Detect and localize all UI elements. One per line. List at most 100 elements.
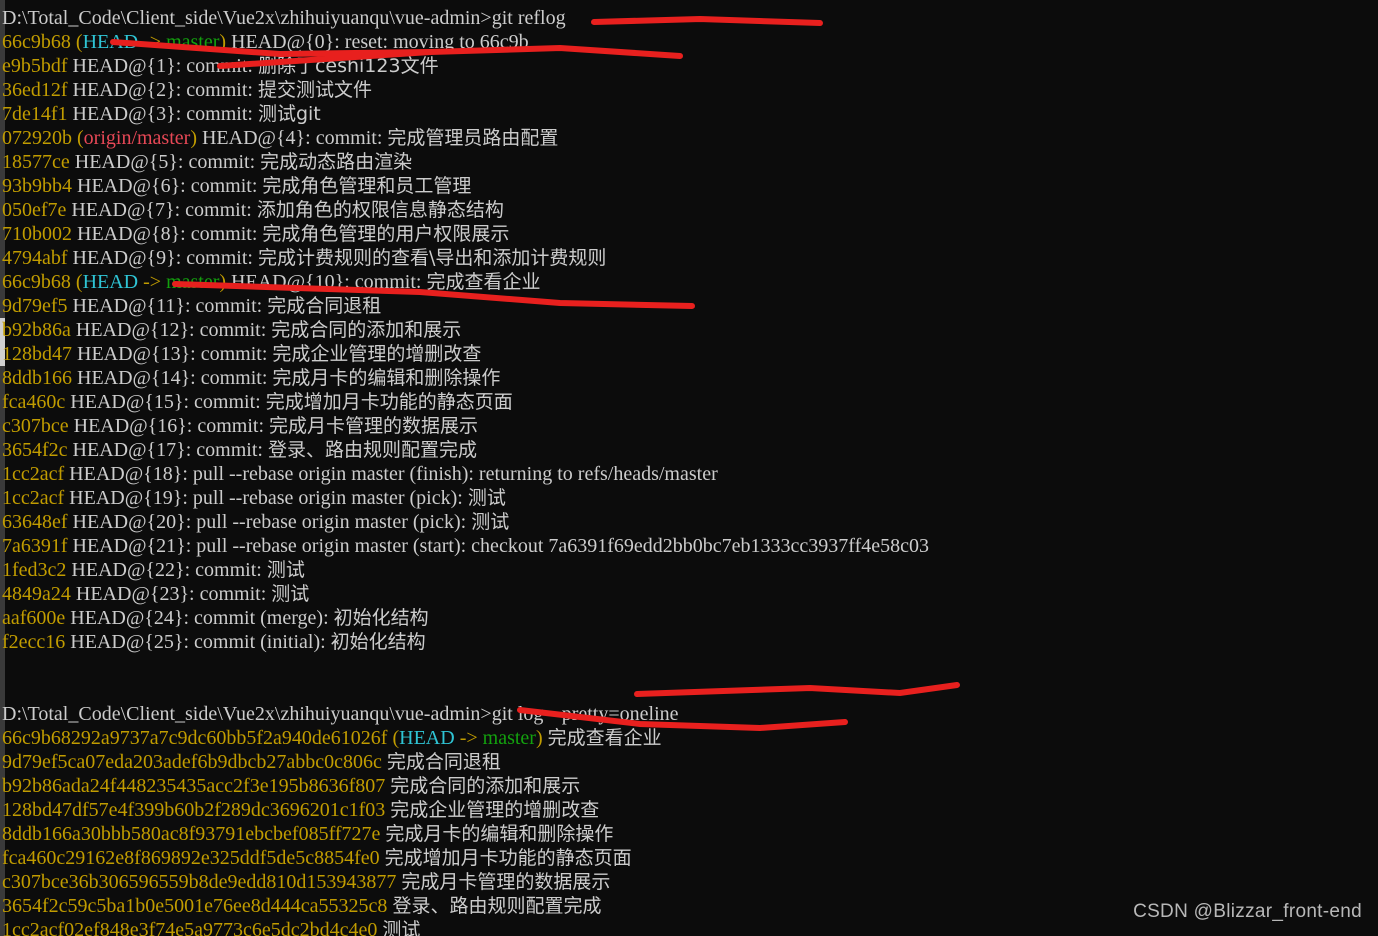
reflog-selector: HEAD@{3}: [72, 103, 182, 125]
commit-hash-full: b92b86ada24f448235435acc2f3e195b8636f807 [2, 775, 386, 797]
terminal-window: D:\Total_Code\Client_side\Vue2x\zhihuiyu… [0, 0, 1378, 936]
reflog-selector: HEAD@{6}: [77, 175, 186, 197]
commit-message: 完成月卡管理的数据展示 [269, 415, 479, 437]
reflog-action: pull --rebase origin master (finish): re… [192, 463, 718, 485]
commit-message: 完成管理员路由配置 [387, 127, 559, 149]
commit-hash: 66c9b68 [2, 271, 71, 293]
ref-branch-name: master [166, 271, 220, 293]
reflog-action: commit: [185, 199, 252, 221]
commit-message: 完成合同退租 [267, 295, 382, 317]
commit-message: 测试 [271, 583, 310, 605]
commit-message: 提交测试文件 [257, 79, 372, 101]
reflog-selector: HEAD@{16}: [73, 415, 193, 437]
reflog-action: commit: [195, 295, 263, 317]
commit-hash: 3654f2c [2, 439, 68, 461]
commit-hash: 9d79ef5 [2, 295, 68, 317]
ref-head-label: HEAD [82, 271, 139, 293]
ref-remote-name: origin/master [83, 127, 191, 149]
reflog-action: commit: [354, 271, 422, 293]
reflog-row: 1cc2acf HEAD@{18}: pull --rebase origin … [2, 462, 1378, 486]
reflog-row: 7de14f1 HEAD@{3}: commit: 测试git [2, 102, 1378, 126]
ref-branch-name: master [166, 31, 220, 53]
commit-message: 完成查看企业 [547, 727, 662, 749]
reflog-row: 66c9b68 (HEAD -> master) HEAD@{0}: reset… [2, 30, 1378, 54]
ref-branch-name: master [482, 727, 536, 749]
log-row: c307bce36b306596559b8de9edd810d153943877… [2, 870, 1378, 894]
commit-message: 完成角色管理的用户权限展示 [262, 223, 510, 245]
commit-hash: e9b5bdf [2, 55, 68, 77]
commit-hash: 7a6391f [2, 535, 68, 557]
reflog-action: reset: moving to 66c9b [344, 31, 529, 53]
reflog-row: aaf600e HEAD@{24}: commit (merge): 初始化结构 [2, 606, 1378, 630]
commit-hash: aaf600e [2, 607, 66, 629]
reflog-selector: HEAD@{2}: [72, 79, 182, 101]
reflog-row: 3654f2c HEAD@{17}: commit: 登录、路由规则配置完成 [2, 438, 1378, 462]
prompt-path: D:\Total_Code\Client_side\Vue2x\zhihuiyu… [2, 703, 492, 725]
commit-message: 完成月卡的编辑和删除操作 [272, 367, 501, 389]
commit-message: 添加角色的权限信息静态结构 [256, 199, 504, 221]
ref-arrow: -> [138, 271, 167, 293]
reflog-action: commit: [186, 103, 253, 125]
ref-arrow: -> [138, 31, 167, 53]
prompt-command: git reflog [491, 7, 566, 29]
reflog-row: 63648ef HEAD@{20}: pull --rebase origin … [2, 510, 1378, 534]
reflog-action: pull --rebase origin master (start): che… [196, 535, 930, 557]
commit-hash: 18577ce [2, 151, 70, 173]
reflog-action: commit (initial): [194, 631, 326, 653]
reflog-action: commit (merge): [194, 607, 329, 629]
log-row: b92b86ada24f448235435acc2f3e195b8636f807… [2, 774, 1378, 798]
commit-hash: 7de14f1 [2, 103, 68, 125]
commit-message: 完成企业管理的增删改查 [390, 799, 600, 821]
reflog-action: commit: [199, 583, 267, 605]
reflog-row: 8ddb166 HEAD@{14}: commit: 完成月卡的编辑和删除操作 [2, 366, 1378, 390]
reflog-selector: HEAD@{23}: [75, 583, 195, 605]
reflog-action: commit: [186, 79, 253, 101]
reflog-selector: HEAD@{9}: [72, 247, 182, 269]
commit-message: 完成动态路由渲染 [260, 151, 413, 173]
commit-message: 登录、路由规则配置完成 [267, 439, 477, 461]
reflog-action: commit: [190, 175, 258, 197]
reflog-action: commit: [199, 319, 267, 341]
commit-message: 完成合同的添加和展示 [390, 775, 581, 797]
prompt-path: D:\Total_Code\Client_side\Vue2x\zhihuiyu… [2, 7, 492, 29]
commit-message: 测试 [382, 919, 421, 936]
reflog-selector: HEAD@{5}: [74, 151, 184, 173]
ref-paren-open: ( [75, 31, 83, 53]
reflog-selector: HEAD@{25}: [70, 631, 190, 653]
commit-message: 完成合同退租 [386, 751, 501, 773]
reflog-row: e9b5bdf HEAD@{1}: commit: 删除了ceshi123文件 [2, 54, 1378, 78]
reflog-action: commit: [200, 367, 268, 389]
commit-hash: c307bce [2, 415, 69, 437]
reflog-selector: HEAD@{1}: [72, 55, 182, 77]
ref-paren-close: ) [535, 727, 543, 749]
commit-hash: 93b9bb4 [2, 175, 72, 197]
reflog-action: pull --rebase origin master (pick): [192, 487, 463, 509]
reflog-row: 072920b (origin/master) HEAD@{4}: commit… [2, 126, 1378, 150]
reflog-action: pull --rebase origin master (pick): [196, 511, 467, 533]
reflog-action: commit: [195, 559, 262, 581]
reflog-selector: HEAD@{12}: [75, 319, 195, 341]
reflog-selector: HEAD@{10}: [231, 271, 350, 293]
commit-hash: 8ddb166 [2, 367, 72, 389]
commit-message: 测试git [257, 103, 321, 125]
reflog-row: 1cc2acf HEAD@{19}: pull --rebase origin … [2, 486, 1378, 510]
reflog-selector: HEAD@{22}: [71, 559, 191, 581]
commit-hash: 710b002 [2, 223, 72, 245]
reflog-selector: HEAD@{14}: [77, 367, 196, 389]
csdn-watermark: CSDN @Blizzar_front-end [1133, 901, 1362, 922]
reflog-row: b92b86a HEAD@{12}: commit: 完成合同的添加和展示 [2, 318, 1378, 342]
commit-message: 登录、路由规则配置完成 [392, 895, 602, 917]
ref-paren-close: ) [190, 127, 197, 149]
commit-hash-full: 3654f2c59c5ba1b0e5001e76ee8d444ca55325c8 [2, 895, 388, 917]
commit-message: 完成计费规则的查看\导出和添加计费规则 [257, 247, 607, 269]
log-row: 128bd47df57e4f399b60b2f289dc3696201c1f03… [2, 798, 1378, 822]
ref-arrow: -> [454, 727, 483, 749]
commit-message: 完成企业管理的增删改查 [272, 343, 482, 365]
ref-head-label: HEAD [82, 31, 139, 53]
reflog-row: 710b002 HEAD@{8}: commit: 完成角色管理的用户权限展示 [2, 222, 1378, 246]
reflog-action: commit: [197, 415, 265, 437]
reflog-selector: HEAD@{0}: [231, 31, 340, 53]
commit-hash-full: 66c9b68292a9737a7c9dc60bb5f2a940de61026f [2, 727, 388, 749]
prompt-line-reflog: D:\Total_Code\Client_side\Vue2x\zhihuiyu… [2, 6, 1378, 30]
